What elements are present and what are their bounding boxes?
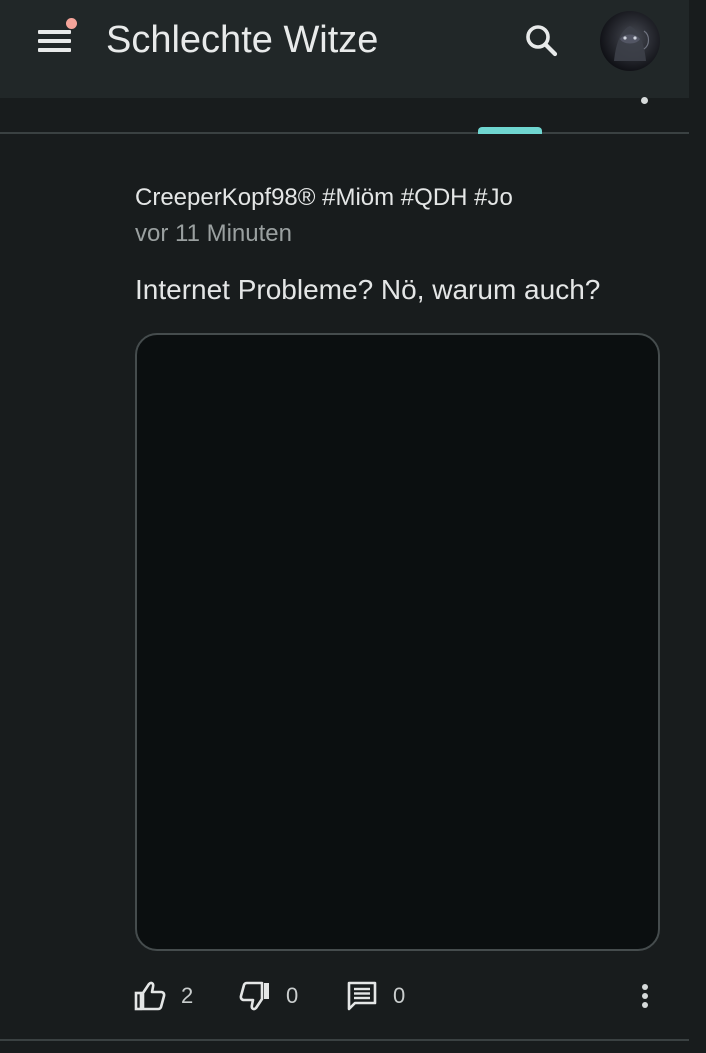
search-icon [526,25,558,57]
tab-overflow-dot [641,97,648,104]
thumb-down-icon [239,981,269,1011]
comment-count: 0 [393,983,406,1008]
app-bar: Schlechte Witze [0,0,689,98]
post-media[interactable] [135,333,660,951]
dislike-count: 0 [286,983,299,1008]
app-screen: Schlechte Witze CreeperKopf98® #Miöm #QD… [0,0,706,1053]
dislike-button[interactable]: 0 [238,976,298,1016]
avatar[interactable] [600,11,660,71]
like-button[interactable]: 2 [133,976,193,1016]
search-button[interactable] [518,18,564,64]
menu-button[interactable] [30,18,78,62]
thumb-up-icon [134,981,166,1011]
profile-picture [614,26,650,61]
post-timestamp: vor 11 Minuten [135,220,292,247]
page-title: Schlechte Witze [106,19,379,61]
active-tab-indicator [478,127,542,134]
comment-icon [347,981,377,1011]
comment-button[interactable]: 0 [345,976,405,1016]
post-author[interactable]: CreeperKopf98® #Miöm #QDH #Jo [135,182,513,214]
notification-dot [66,18,77,29]
like-count: 2 [181,983,194,1008]
post-text: Internet Probleme? Nö, warum auch? [135,274,601,305]
divider [0,1039,689,1041]
tab-strip [0,98,689,134]
post-more-button[interactable] [628,976,662,1016]
